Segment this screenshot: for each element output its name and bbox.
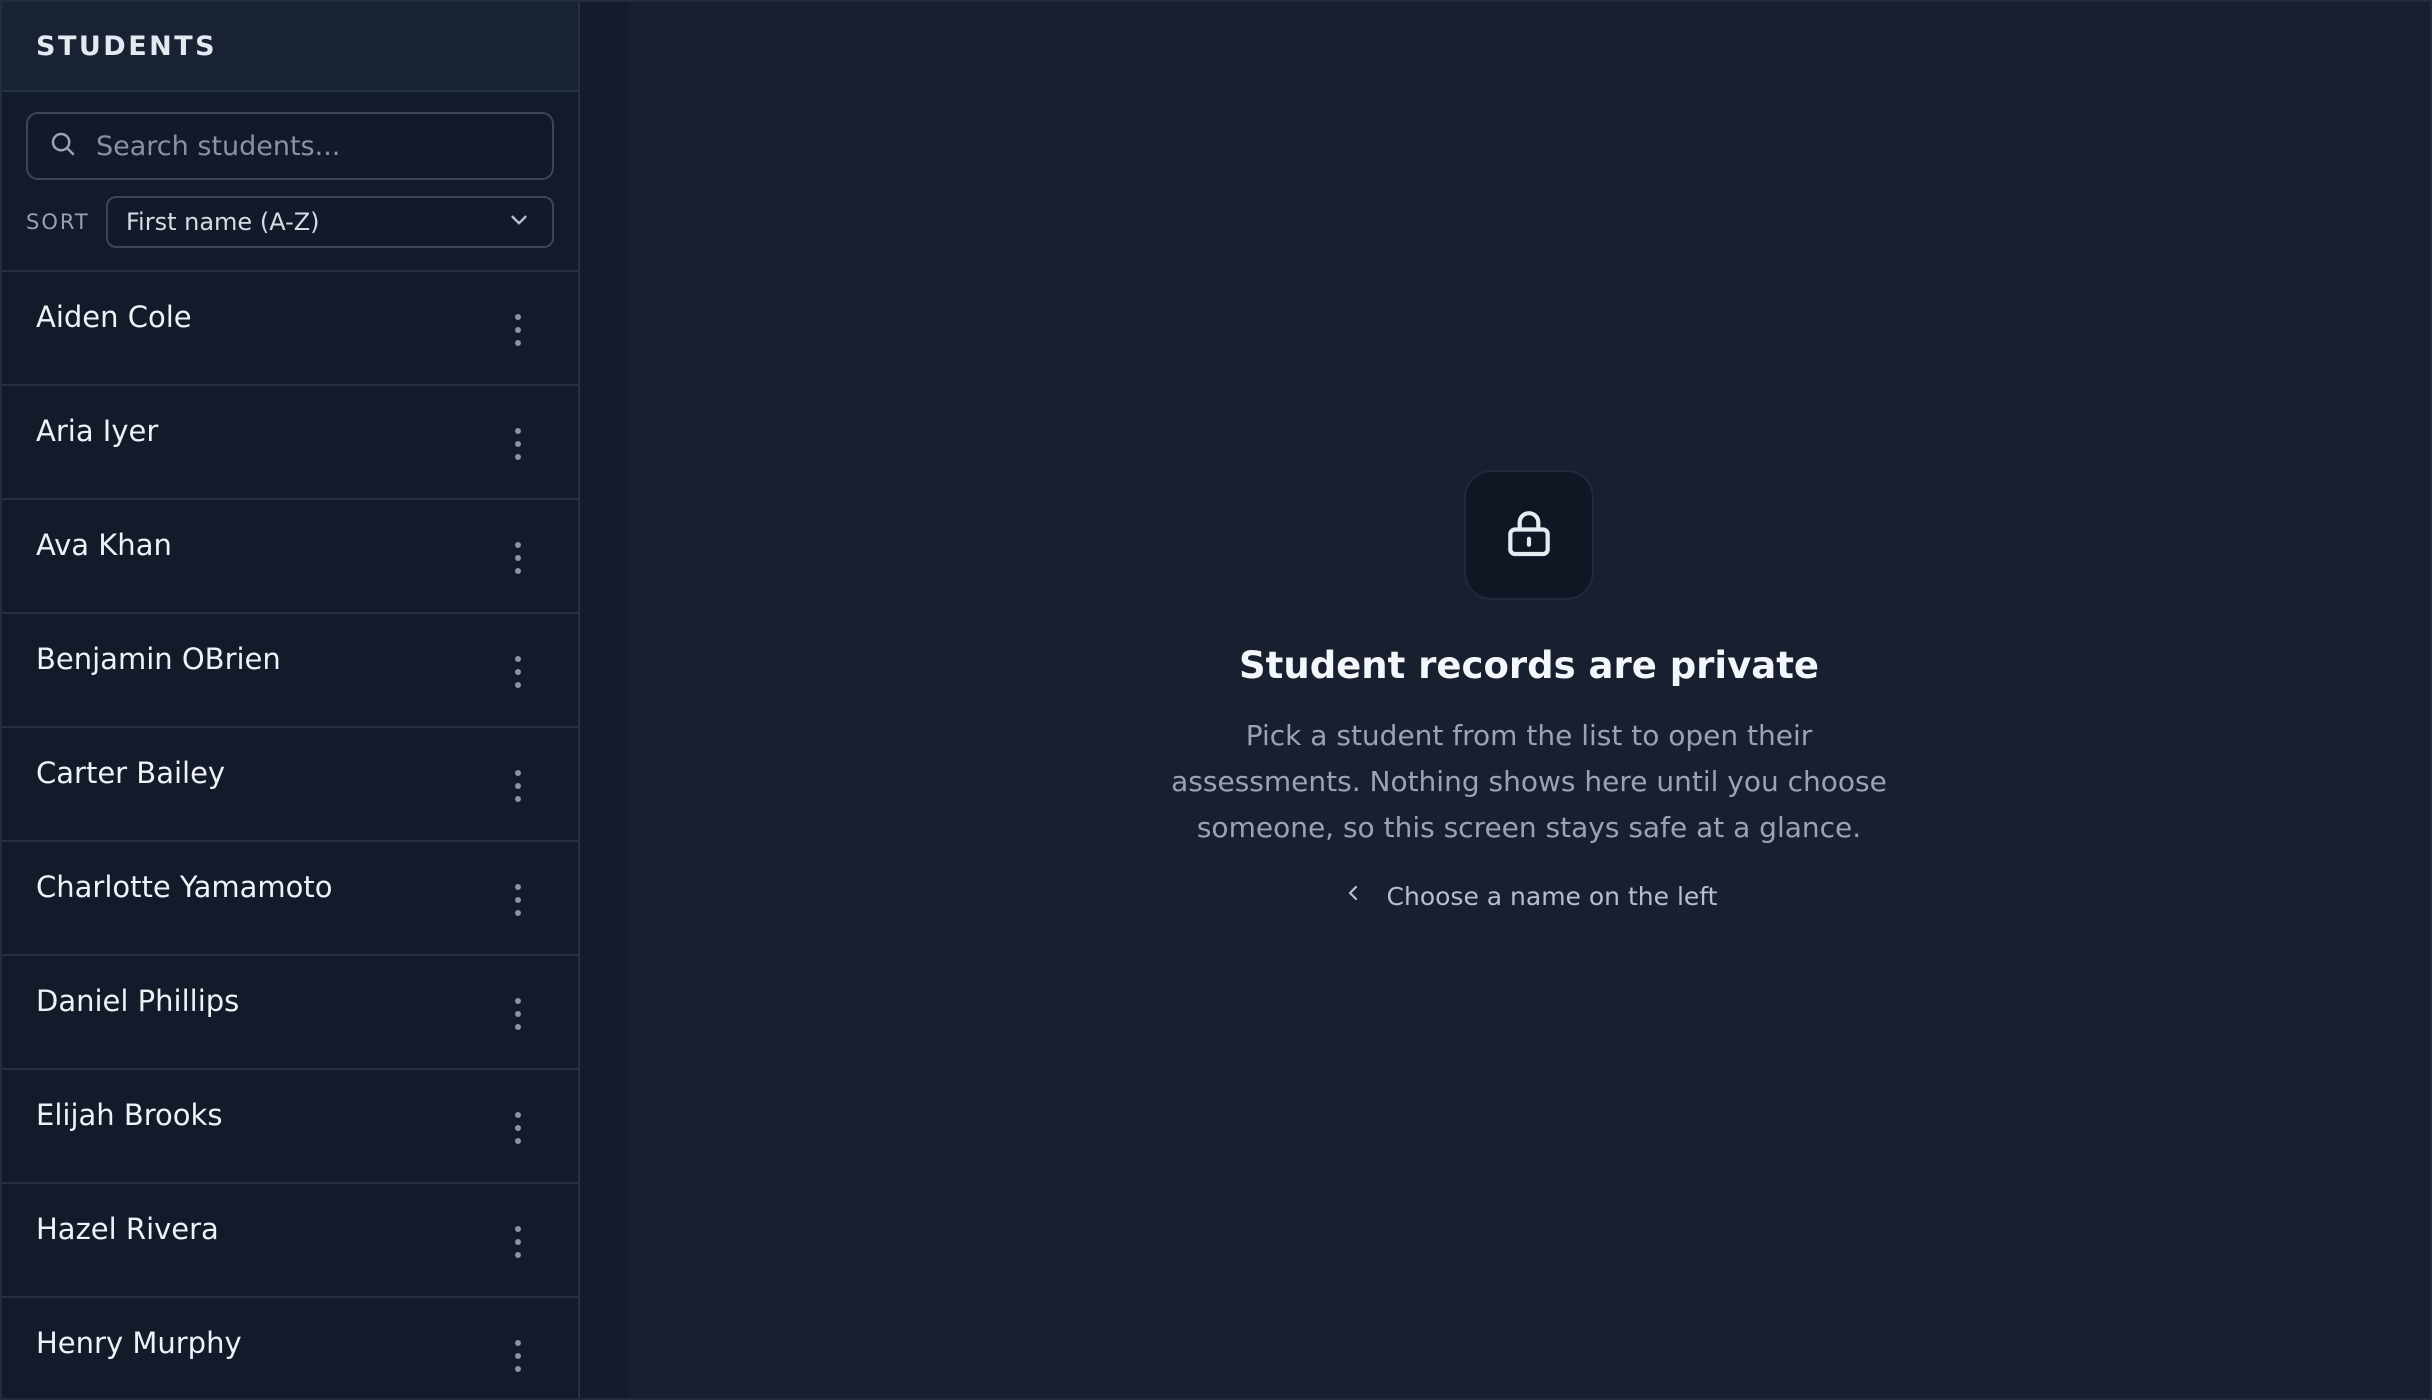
empty-state: Student records are private Pick a stude…	[628, 470, 2430, 911]
main-panel: Student records are private Pick a stude…	[628, 2, 2430, 1398]
sidebar-title: STUDENTS	[36, 30, 218, 62]
more-options-icon[interactable]	[508, 880, 528, 920]
more-options-icon[interactable]	[508, 1222, 528, 1262]
student-name: Elijah Brooks	[36, 1098, 223, 1132]
student-list-item[interactable]: Benjamin OBrien	[2, 614, 578, 728]
student-name: Carter Bailey	[36, 756, 226, 790]
lock-icon	[1501, 505, 1557, 565]
student-list-item[interactable]: Aiden Cole	[2, 272, 578, 386]
student-list-item[interactable]: Carter Bailey	[2, 728, 578, 842]
student-name: Aiden Cole	[36, 300, 192, 334]
empty-state-description: Pick a student from the list to open the…	[1171, 719, 1887, 844]
student-name: Hazel Rivera	[36, 1212, 219, 1246]
student-list-item[interactable]: Ava Khan	[2, 500, 578, 614]
hint-text: Choose a name on the left	[1386, 881, 1718, 911]
more-options-icon[interactable]	[508, 538, 528, 578]
empty-state-title: Student records are private	[1239, 644, 1819, 687]
student-list: Aiden Cole Aria Iyer Ava Khan Benjamin O…	[2, 272, 578, 1398]
student-sidebar: STUDENTS SORT First name (A-Z)	[2, 2, 580, 1398]
more-options-icon[interactable]	[508, 994, 528, 1034]
student-name: Charlotte Yamamoto	[36, 870, 333, 904]
more-options-icon[interactable]	[508, 1336, 528, 1376]
more-options-icon[interactable]	[508, 1108, 528, 1148]
sidebar-header: STUDENTS	[2, 2, 578, 92]
student-name: Daniel Phillips	[36, 984, 240, 1018]
more-options-icon[interactable]	[508, 766, 528, 806]
student-name: Aria Iyer	[36, 414, 159, 448]
more-options-icon[interactable]	[508, 310, 528, 350]
more-options-icon[interactable]	[508, 652, 528, 692]
chevron-down-icon	[506, 207, 532, 237]
search-icon	[48, 129, 78, 163]
more-options-icon[interactable]	[508, 424, 528, 464]
chevron-left-icon	[1341, 881, 1387, 911]
choose-name-hint: Choose a name on the left	[1341, 881, 1718, 911]
app-window: STUDENTS SORT First name (A-Z)	[0, 0, 2432, 1400]
student-list-item[interactable]: Charlotte Yamamoto	[2, 842, 578, 956]
sidebar-controls: SORT First name (A-Z)	[2, 92, 578, 272]
sort-row: SORT First name (A-Z)	[26, 196, 554, 248]
student-list-item[interactable]: Hazel Rivera	[2, 1184, 578, 1298]
student-list-item[interactable]: Daniel Phillips	[2, 956, 578, 1070]
student-list-item[interactable]: Aria Iyer	[2, 386, 578, 500]
student-name: Ava Khan	[36, 528, 172, 562]
student-list-item[interactable]: Elijah Brooks	[2, 1070, 578, 1184]
search-input[interactable]	[96, 130, 532, 162]
student-name: Benjamin OBrien	[36, 642, 281, 676]
search-box[interactable]	[26, 112, 554, 180]
panel-divider[interactable]	[580, 2, 628, 1398]
sort-label: SORT	[26, 210, 90, 234]
student-name: Henry Murphy	[36, 1326, 242, 1360]
lock-badge	[1464, 470, 1594, 600]
sort-selected-value: First name (A-Z)	[126, 208, 320, 236]
sort-select[interactable]: First name (A-Z)	[106, 196, 554, 248]
student-list-item[interactable]: Henry Murphy	[2, 1298, 578, 1398]
